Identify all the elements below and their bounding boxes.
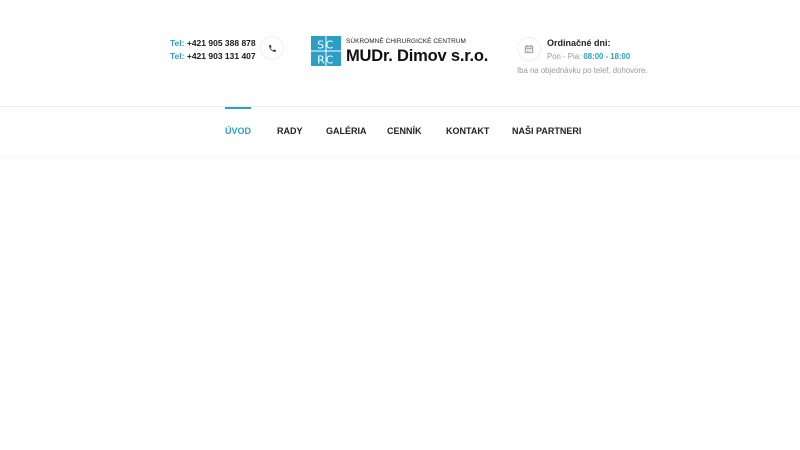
site-logo[interactable]: SC RC SÚKROMNÉ CHIRURGICKÉ CENTRUM MUDr.… [311, 36, 488, 66]
nav-item-cennik[interactable]: CENNÍK [387, 107, 422, 155]
logo-mark-bottom: RC [317, 54, 335, 67]
nav-item-rady[interactable]: RADY [277, 107, 303, 155]
logo-text: SÚKROMNÉ CHIRURGICKÉ CENTRUM MUDr. Dimov… [346, 37, 488, 66]
hours-time: 08:00 - 18:00 [583, 52, 631, 61]
nav-item-nasi-partneri[interactable]: NAŠI PARTNERI [512, 107, 581, 155]
site-header: Tel: +421 905 388 878 Tel: +421 903 131 … [0, 0, 800, 107]
logo-name: MUDr. Dimov s.r.o. [346, 46, 489, 65]
hours-days: Pon - Pia: [547, 52, 582, 61]
nav-item-galeria[interactable]: GALÉRIA [326, 107, 367, 155]
phone-label: Tel: [170, 51, 185, 61]
phone-label: Tel: [170, 38, 185, 48]
logo-subtitle: SÚKROMNÉ CHIRURGICKÉ CENTRUM [346, 37, 466, 45]
phone-number[interactable]: +421 905 388 878 [187, 38, 256, 48]
nav-item-uvod[interactable]: ÚVOD [225, 107, 252, 155]
logo-mark-top: SC [317, 39, 335, 52]
calendar-icon [517, 37, 541, 61]
office-hours: Ordinačné dni: Pon - Pia: 08:00 - 18:00 [547, 37, 630, 63]
phone-icon [260, 36, 284, 60]
contact-phones: Tel: +421 905 388 878 Tel: +421 903 131 … [170, 37, 256, 63]
hours-title: Ordinačné dni: [547, 38, 611, 48]
hours-note: Iba na objednávku po telef. dohovore. [517, 66, 648, 75]
hours-line: Pon - Pia: 08:00 - 18:00 [547, 51, 630, 63]
phone-line-2[interactable]: Tel: +421 903 131 407 [170, 50, 256, 63]
phone-line-1[interactable]: Tel: +421 905 388 878 [170, 37, 256, 50]
page-content [0, 155, 800, 450]
phone-number[interactable]: +421 903 131 407 [187, 51, 256, 61]
logo-mark-icon: SC RC [311, 36, 341, 66]
nav-item-kontakt[interactable]: KONTAKT [446, 107, 489, 155]
main-nav: ÚVOD RADY GALÉRIA CENNÍK KONTAKT NAŠI PA… [0, 107, 800, 155]
